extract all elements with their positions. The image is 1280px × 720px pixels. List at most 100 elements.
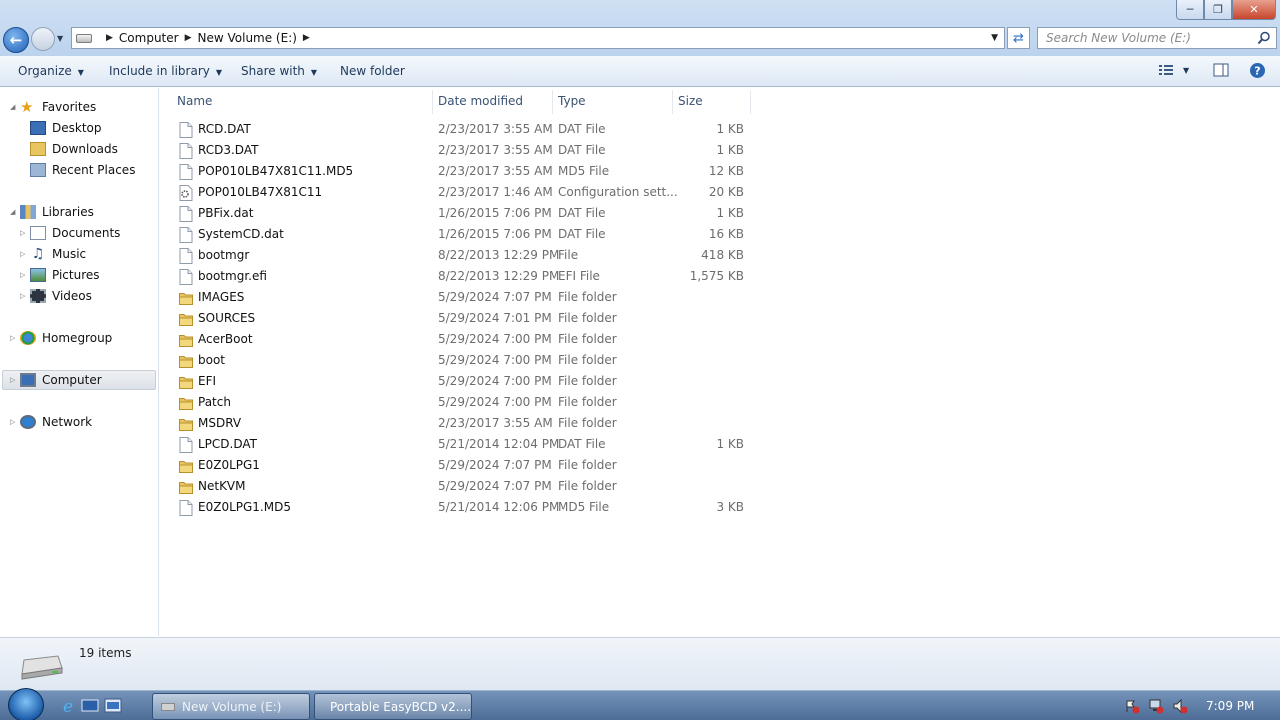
file-row[interactable]: SystemCD.dat 1/26/2015 7:06 PM DAT File 16 …: [176, 224, 756, 245]
file-size: 3 KB: [716, 500, 744, 514]
expand-arrow-icon[interactable]: ▷: [10, 376, 15, 384]
nav-music[interactable]: ♫ Music: [30, 244, 86, 264]
expand-arrow-icon[interactable]: ◢: [10, 103, 15, 111]
start-button[interactable]: [8, 688, 44, 720]
file-row[interactable]: RCD3.DAT 2/23/2017 3:55 AM DAT File 1 KB: [176, 140, 756, 161]
desktop-shortcut-icon[interactable]: [81, 697, 99, 715]
address-bar[interactable]: ▶ Computer ▶ New Volume (E:) ▶ ▼: [71, 27, 1005, 49]
expand-arrow-icon[interactable]: ◢: [10, 208, 15, 216]
file-size: 1 KB: [716, 143, 744, 157]
refresh-button[interactable]: ⇄: [1007, 27, 1030, 49]
file-row[interactable]: POP010LB47X81C11.MD5 2/23/2017 3:55 AM MD5…: [176, 161, 756, 182]
file-row[interactable]: POP010LB47X81C11 2/23/2017 1:46 AM Configu…: [176, 182, 756, 203]
file-row[interactable]: AcerBoot 5/29/2024 7:00 PM File folder: [176, 329, 756, 350]
file-row[interactable]: Patch 5/29/2024 7:00 PM File folder: [176, 392, 756, 413]
chevron-right-icon[interactable]: ▶: [185, 33, 192, 43]
file-row[interactable]: EFI 5/29/2024 7:00 PM File folder: [176, 371, 756, 392]
network-tray-icon[interactable]: [1148, 698, 1164, 714]
file-size: 1 KB: [716, 437, 744, 451]
address-dropdown-icon[interactable]: ▼: [991, 33, 998, 43]
column-divider[interactable]: [672, 90, 673, 114]
file-icon: [179, 206, 193, 222]
taskbar-window-explorer[interactable]: New Volume (E:): [152, 693, 310, 720]
hard-drive-icon: [21, 655, 63, 680]
nav-pictures[interactable]: Pictures: [30, 265, 100, 285]
internet-explorer-icon[interactable]: e: [59, 697, 77, 715]
file-row[interactable]: E0Z0LPG1.MD5 5/21/2014 12:06 PM MD5 File 3 …: [176, 497, 756, 518]
file-row[interactable]: MSDRV 2/23/2017 3:55 AM File folder: [176, 413, 756, 434]
minimize-button[interactable]: ─: [1176, 0, 1204, 20]
help-icon[interactable]: ?: [1249, 62, 1266, 79]
organize-menu[interactable]: Organize ▼: [18, 64, 84, 78]
explorer-shortcut-icon[interactable]: [104, 697, 122, 715]
nav-documents[interactable]: Documents: [30, 223, 120, 243]
new-folder-button[interactable]: New folder: [340, 64, 405, 78]
column-divider[interactable]: [432, 90, 433, 114]
nav-videos[interactable]: Videos: [30, 286, 92, 306]
breadcrumb-computer[interactable]: Computer: [119, 31, 179, 45]
expand-arrow-icon[interactable]: ▷: [20, 229, 25, 237]
action-center-icon[interactable]: [1124, 698, 1140, 714]
breadcrumb-new-volume[interactable]: New Volume (E:): [198, 31, 297, 45]
nav-downloads[interactable]: Downloads: [30, 139, 118, 159]
taskbar-clock[interactable]: 7:09 PM: [1206, 699, 1254, 713]
nav-network[interactable]: Network: [20, 412, 92, 432]
expand-arrow-icon[interactable]: ▷: [10, 334, 15, 342]
chevron-right-icon[interactable]: ▶: [303, 33, 310, 43]
column-header-size[interactable]: Size: [678, 94, 703, 108]
file-row[interactable]: PBFix.dat 1/26/2015 7:06 PM DAT File 1 KB: [176, 203, 756, 224]
file-row[interactable]: NetKVM 5/29/2024 7:07 PM File folder: [176, 476, 756, 497]
file-type: File: [558, 248, 579, 262]
view-options-icon[interactable]: [1158, 62, 1174, 78]
nav-computer[interactable]: Computer: [20, 370, 102, 390]
file-row[interactable]: LPCD.DAT 5/21/2014 12:04 PM DAT File 1 KB: [176, 434, 756, 455]
taskbar-window-easybcd[interactable]: Portable EasyBCD v2....: [314, 693, 472, 720]
column-header-name[interactable]: Name: [177, 94, 212, 108]
close-button[interactable]: ✕: [1232, 0, 1276, 20]
file-name: MSDRV: [198, 416, 242, 430]
maximize-button[interactable]: ❐: [1204, 0, 1232, 20]
file-row[interactable]: boot 5/29/2024 7:00 PM File folder: [176, 350, 756, 371]
volume-muted-icon[interactable]: [1172, 698, 1188, 714]
file-size: 1 KB: [716, 206, 744, 220]
search-box[interactable]: [1037, 27, 1277, 49]
music-icon: ♫: [31, 246, 45, 262]
expand-arrow-icon[interactable]: ▷: [20, 271, 25, 279]
file-row[interactable]: RCD.DAT 2/23/2017 3:55 AM DAT File 1 KB: [176, 119, 756, 140]
expand-arrow-icon[interactable]: ▷: [10, 418, 15, 426]
chevron-right-icon[interactable]: ▶: [106, 33, 113, 43]
back-button[interactable]: ←: [3, 27, 29, 53]
file-row[interactable]: E0Z0LPG1 5/29/2024 7:07 PM File folder: [176, 455, 756, 476]
nav-favorites[interactable]: ★ Favorites: [20, 97, 96, 117]
file-type: DAT File: [558, 122, 606, 136]
forward-button[interactable]: [31, 27, 55, 51]
file-date: 1/26/2015 7:06 PM: [438, 206, 552, 220]
search-input[interactable]: [1046, 31, 1246, 45]
file-row[interactable]: bootmgr 8/22/2013 12:29 PM File 418 KB: [176, 245, 756, 266]
column-divider[interactable]: [552, 90, 553, 114]
preview-pane-icon[interactable]: [1213, 62, 1229, 78]
file-date: 5/29/2024 7:07 PM: [438, 458, 552, 472]
share-with-menu[interactable]: Share with ▼: [241, 64, 317, 78]
organize-label: Organize: [18, 64, 72, 78]
file-type: DAT File: [558, 206, 606, 220]
file-type: File folder: [558, 479, 617, 493]
column-divider[interactable]: [750, 90, 751, 114]
config-file-icon: [179, 185, 193, 201]
nav-recent-places[interactable]: Recent Places: [30, 160, 135, 180]
nav-libraries[interactable]: Libraries: [20, 202, 94, 222]
expand-arrow-icon[interactable]: ▷: [20, 292, 25, 300]
file-row[interactable]: bootmgr.efi 8/22/2013 12:29 PM EFI File 1,5…: [176, 266, 756, 287]
nav-desktop[interactable]: Desktop: [30, 118, 102, 138]
file-row[interactable]: IMAGES 5/29/2024 7:07 PM File folder: [176, 287, 756, 308]
file-row[interactable]: SOURCES 5/29/2024 7:01 PM File folder: [176, 308, 756, 329]
expand-arrow-icon[interactable]: ▷: [20, 250, 25, 258]
include-in-library-menu[interactable]: Include in library ▼: [109, 64, 222, 78]
recent-pages-dropdown-icon[interactable]: ▼: [57, 34, 63, 43]
search-icon[interactable]: [1257, 31, 1271, 45]
nav-homegroup[interactable]: Homegroup: [20, 328, 112, 348]
column-header-type[interactable]: Type: [558, 94, 586, 108]
file-type: File folder: [558, 332, 617, 346]
column-header-date[interactable]: Date modified: [438, 94, 523, 108]
view-dropdown-icon[interactable]: ▼: [1183, 66, 1189, 75]
